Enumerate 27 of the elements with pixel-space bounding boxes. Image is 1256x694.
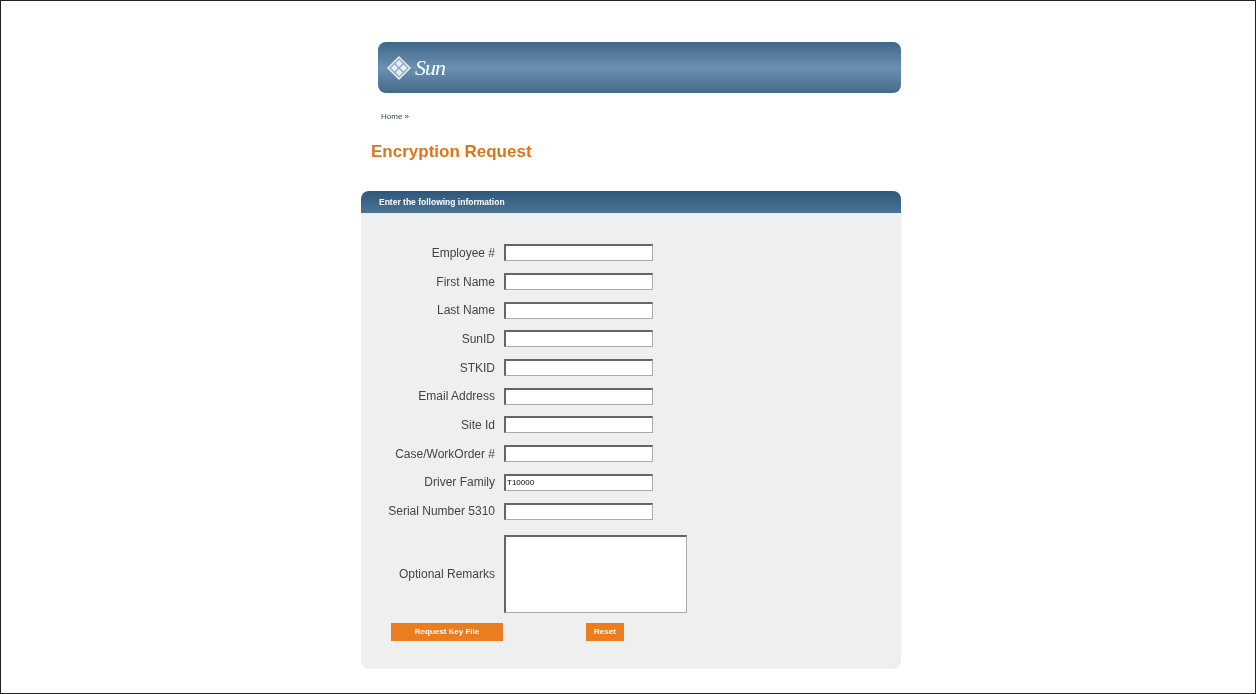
input-field[interactable] — [504, 387, 653, 405]
field-label: Email Address — [417, 388, 496, 406]
logo-icon — [386, 54, 412, 81]
logo-text: Sun — [415, 54, 445, 82]
field-label: STKID — [458, 359, 496, 377]
page-title: Encryption Request — [371, 142, 532, 161]
input-field[interactable] — [504, 359, 653, 377]
field-label: Case/WorkOrder # — [394, 445, 496, 463]
input-field[interactable] — [504, 273, 653, 291]
field-label: Employee # — [430, 244, 496, 262]
field-label: Optional Remarks — [397, 566, 496, 584]
input-field[interactable] — [504, 502, 653, 520]
input-field[interactable]: T10000 — [504, 473, 653, 491]
input-field[interactable] — [504, 445, 653, 463]
field-label: Serial Number 5310 — [387, 503, 496, 521]
section-header: Enter the following information — [361, 190, 901, 213]
field-label: First Name — [435, 273, 496, 291]
input-field[interactable] — [504, 416, 653, 434]
breadcrumb-link[interactable]: Home » — [381, 112, 409, 121]
field-label: SunID — [460, 330, 496, 348]
field-label: Site Id — [459, 416, 496, 434]
input-field[interactable] — [504, 330, 653, 348]
field-label: Driver Family — [423, 474, 496, 492]
remarks-field[interactable] — [504, 535, 687, 614]
input-field[interactable] — [504, 244, 653, 262]
field-label: Last Name — [435, 302, 496, 320]
input-field[interactable] — [504, 301, 653, 319]
